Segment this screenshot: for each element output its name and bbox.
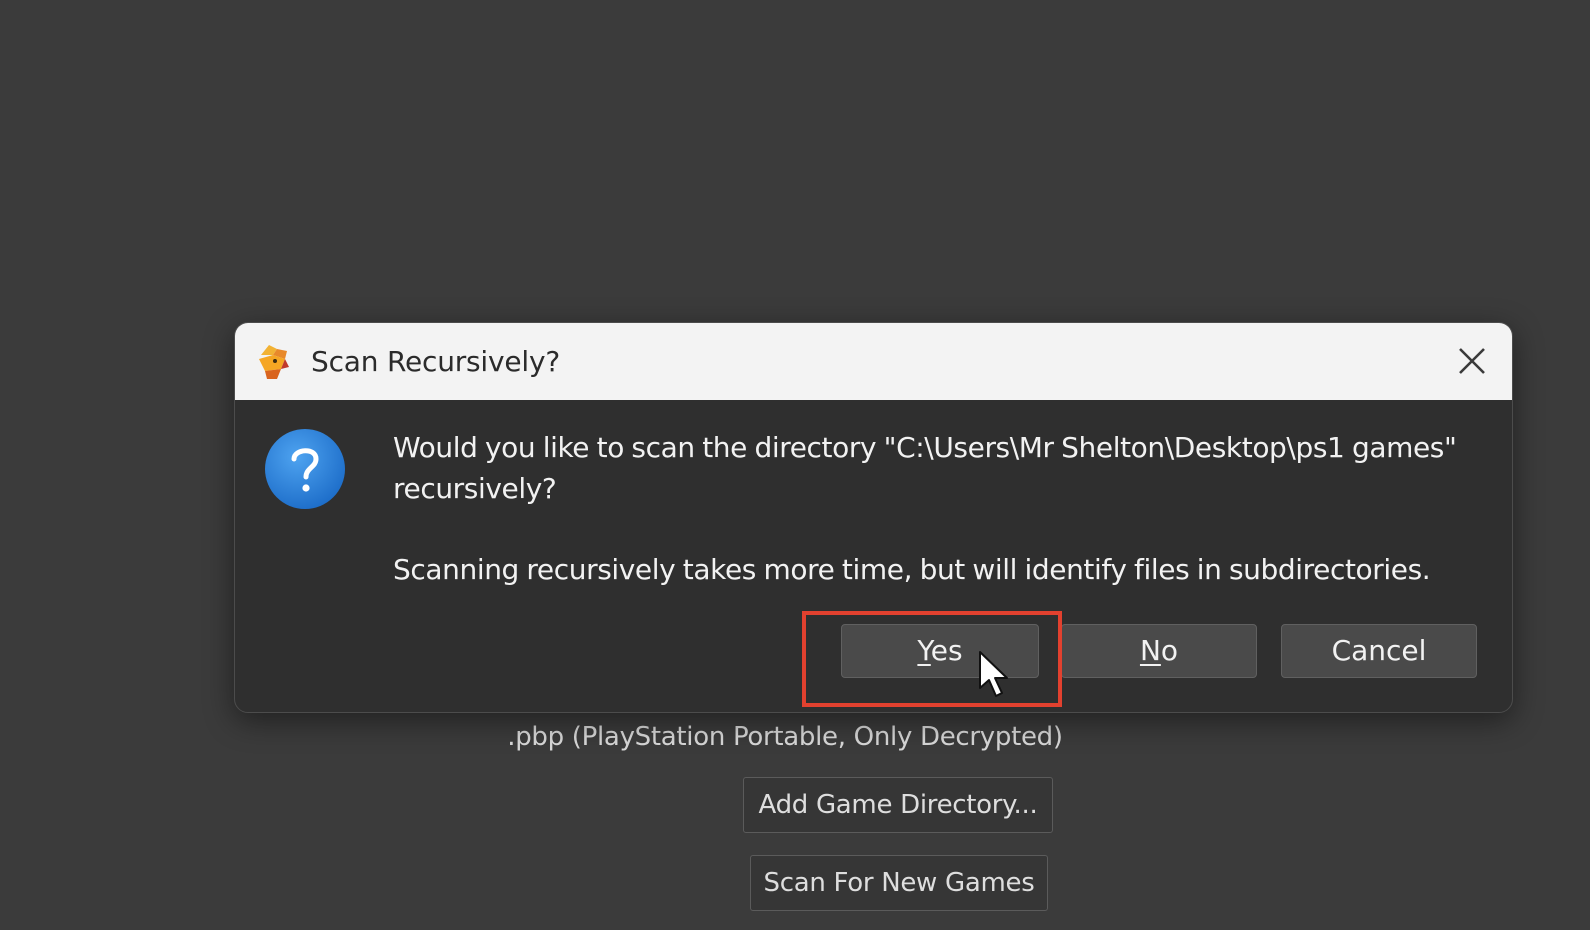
no-mnemonic: N (1139, 634, 1161, 667)
dialog-info-text: Scanning recursively takes more time, bu… (393, 553, 1431, 586)
yes-label-rest: es (930, 634, 963, 667)
dialog-titlebar[interactable]: Scan Recursively? (235, 323, 1512, 400)
scan-recursively-dialog: Scan Recursively? Would you like to scan… (234, 322, 1513, 713)
duckstation-icon (255, 341, 293, 381)
no-button[interactable]: No (1061, 624, 1257, 678)
yes-button[interactable]: Yes (841, 624, 1039, 678)
dialog-message: Would you like to scan the directory "C:… (393, 431, 1457, 505)
yes-mnemonic: Y (917, 634, 931, 667)
close-icon[interactable] (1452, 341, 1492, 381)
question-icon (263, 427, 347, 511)
no-label-rest: o (1160, 634, 1179, 667)
supported-formats-text: .pbp (PlayStation Portable, Only Decrypt… (0, 722, 1590, 752)
add-game-directory-button[interactable]: Add Game Directory... (743, 777, 1053, 833)
dialog-title: Scan Recursively? (311, 345, 561, 378)
scan-for-new-games-button[interactable]: Scan For New Games (750, 855, 1048, 911)
formats-line: .pbp (PlayStation Portable, Only Decrypt… (507, 722, 1063, 752)
cancel-button[interactable]: Cancel (1281, 624, 1477, 678)
